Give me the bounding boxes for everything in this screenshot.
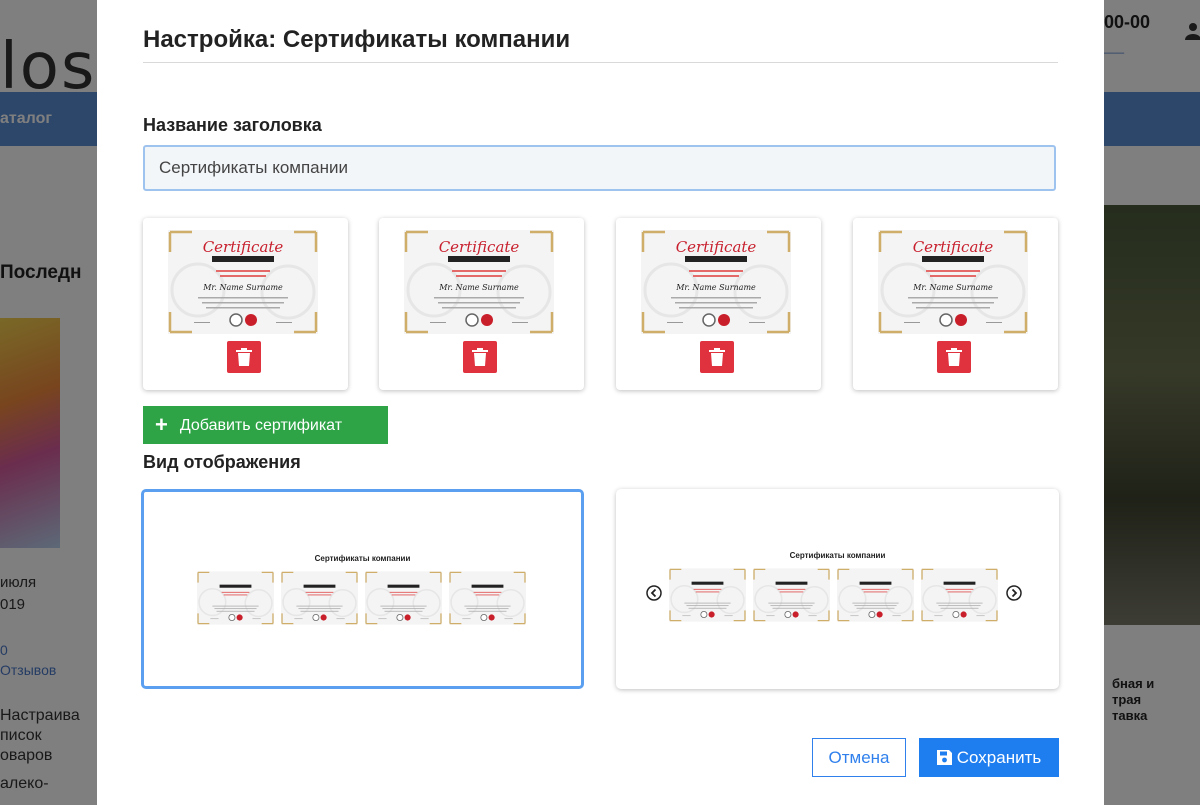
trash-icon [236, 348, 252, 366]
preview-certificate [281, 570, 358, 626]
title-divider [143, 62, 1058, 63]
header-title-label: Название заголовка [143, 115, 322, 135]
svg-text:Mr. Name Surname: Mr. Name Surname [912, 283, 993, 292]
delete-certificate-button[interactable] [937, 341, 971, 373]
certificate-card: Certificate Mr. Name Surname [143, 218, 348, 390]
certificate-card: Certificate Mr. Name Surname [853, 218, 1058, 390]
arrow-right-icon [1006, 585, 1022, 601]
preview-certificate [669, 567, 746, 623]
certificate-image: Certificate Mr. Name Surname [641, 230, 791, 334]
save-button[interactable]: Сохранить [919, 738, 1059, 777]
modal-title: Настройка: Сертификаты компании [143, 26, 571, 53]
add-certificate-button[interactable]: + Добавить сертификат [143, 406, 388, 444]
certificate-image: Certificate Mr. Name Surname [168, 230, 318, 334]
svg-text:Certificate: Certificate [439, 238, 520, 256]
certificates-list: Certificate Mr. Name Surname Certificate M… [143, 218, 1058, 390]
svg-text:Certificate: Certificate [913, 238, 994, 256]
preview-certificates [669, 567, 1001, 623]
display-mode-label: Вид отображения [143, 452, 301, 472]
header-title-input[interactable] [143, 145, 1056, 191]
svg-text:Certificate: Certificate [676, 238, 757, 256]
svg-text:Mr. Name Surname: Mr. Name Surname [202, 283, 283, 292]
preview-certificate [449, 570, 526, 626]
floppy-disk-icon [936, 749, 952, 765]
svg-text:Certificate: Certificate [203, 238, 284, 256]
preview-certificate [837, 567, 914, 623]
certificate-image: Certificate Mr. Name Surname [404, 230, 554, 334]
preview-certificate [753, 567, 830, 623]
preview-certificate [197, 570, 274, 626]
cancel-button[interactable]: Отмена [812, 738, 906, 777]
svg-text:Mr. Name Surname: Mr. Name Surname [675, 283, 756, 292]
delete-certificate-button[interactable] [227, 341, 261, 373]
certificate-card: Certificate Mr. Name Surname [616, 218, 821, 390]
delete-certificate-button[interactable] [700, 341, 734, 373]
preview-certificates [197, 570, 529, 626]
preview-title: Сертификаты компании [789, 551, 886, 560]
view-option-grid[interactable]: Сертификаты компании [141, 489, 584, 689]
svg-text:Mr. Name Surname: Mr. Name Surname [438, 283, 519, 292]
trash-icon [472, 348, 488, 366]
plus-icon: + [155, 412, 168, 437]
trash-icon [709, 348, 725, 366]
certificate-card: Certificate Mr. Name Surname [379, 218, 584, 390]
view-option-slider[interactable]: Сертификаты компании [616, 489, 1059, 689]
delete-certificate-button[interactable] [463, 341, 497, 373]
preview-certificate [365, 570, 442, 626]
preview-title: Сертификаты компании [314, 554, 411, 563]
certificate-image: Certificate Mr. Name Surname [878, 230, 1028, 334]
trash-icon [946, 348, 962, 366]
settings-modal: Настройка: Сертификаты компании Название… [97, 0, 1104, 805]
preview-certificate [921, 567, 998, 623]
arrow-left-icon [646, 585, 662, 601]
